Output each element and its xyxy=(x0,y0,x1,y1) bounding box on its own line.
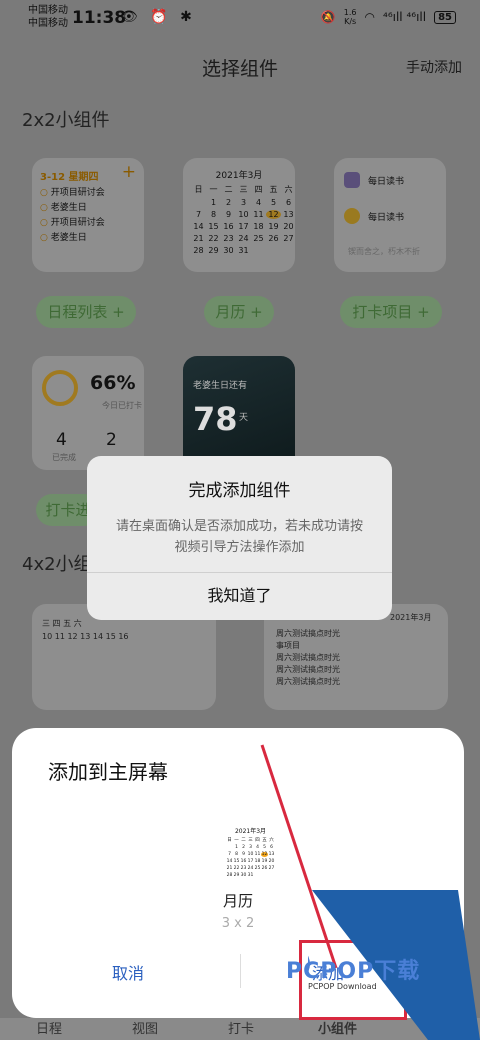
annotation-arrow xyxy=(260,744,338,969)
watermark-subtext: PCPOP Download xyxy=(308,982,377,991)
watermark-text: PCPOP下载 xyxy=(286,959,421,984)
